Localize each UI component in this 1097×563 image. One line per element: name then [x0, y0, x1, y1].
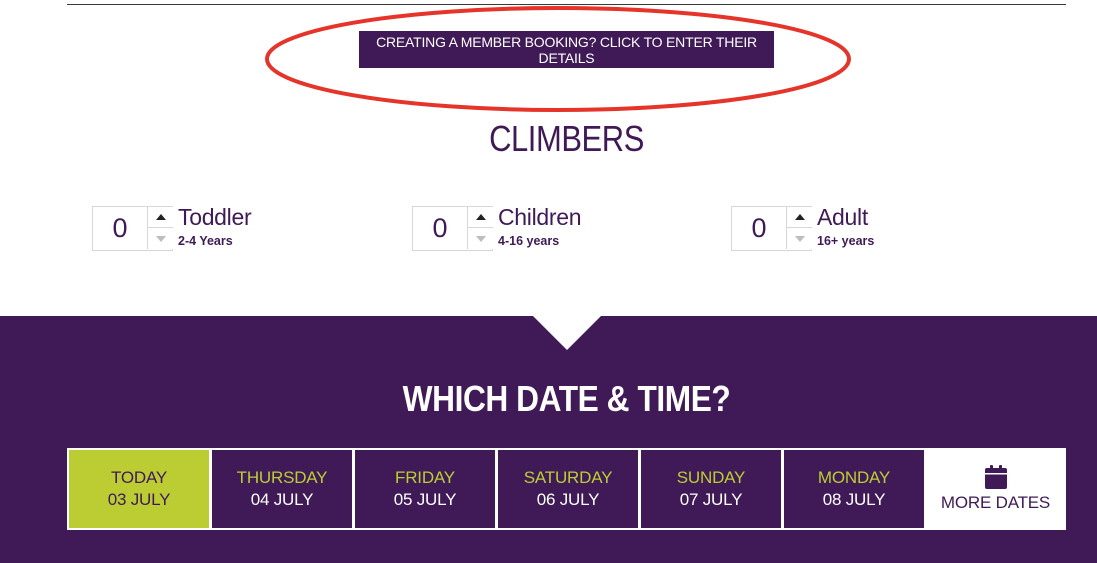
section-notch: [533, 316, 601, 350]
date-tile-day: MONDAY: [817, 468, 891, 487]
date-tile-sunday[interactable]: SUNDAY 07 JULY: [641, 450, 781, 528]
date-time-heading: WHICH DATE & TIME?: [402, 378, 731, 419]
date-tile-day: THURSDAY: [236, 468, 328, 487]
date-tile-today[interactable]: TODAY 03 JULY: [69, 450, 209, 528]
caret-up-icon: [475, 214, 486, 220]
date-picker-strip: TODAY 03 JULY THURSDAY 04 JULY FRIDAY 05…: [67, 448, 1066, 530]
date-tile-monday[interactable]: MONDAY 08 JULY: [784, 450, 924, 528]
toddler-count[interactable]: 0: [93, 207, 147, 250]
children-quantity-stepper[interactable]: 0: [412, 206, 493, 251]
climbers-heading: CLIMBERS: [489, 118, 644, 159]
climber-label: Children: [498, 204, 582, 230]
member-booking-button[interactable]: CREATING A MEMBER BOOKING? CLICK TO ENTE…: [359, 31, 774, 68]
date-tile-date: 04 JULY: [250, 490, 314, 509]
date-time-section: WHICH DATE & TIME? TODAY 03 JULY THURSDA…: [0, 316, 1097, 563]
date-tile-day: FRIDAY: [395, 468, 455, 487]
date-tile-saturday[interactable]: SATURDAY 06 JULY: [498, 450, 638, 528]
caret-down-icon: [475, 235, 486, 242]
top-divider: [67, 4, 1066, 5]
date-tile-friday[interactable]: FRIDAY 05 JULY: [355, 450, 495, 528]
date-tile-date: 08 JULY: [822, 490, 886, 509]
more-dates-button[interactable]: MORE DATES: [927, 450, 1064, 528]
climber-age-range: 2-4 Years: [178, 234, 233, 248]
children-count[interactable]: 0: [413, 207, 467, 250]
caret-up-icon: [155, 214, 166, 220]
calendar-icon: [984, 465, 1007, 489]
date-tile-day: SUNDAY: [676, 468, 746, 487]
children-increment-button[interactable]: [467, 207, 493, 228]
more-dates-label: MORE DATES: [940, 493, 1051, 512]
toddler-quantity-stepper[interactable]: 0: [92, 206, 173, 251]
adult-quantity-stepper[interactable]: 0: [731, 206, 812, 251]
date-tile-day: SATURDAY: [523, 468, 613, 487]
date-tile-day: TODAY: [111, 468, 167, 487]
children-decrement-button[interactable]: [467, 228, 493, 249]
caret-up-icon: [794, 214, 805, 220]
toddler-increment-button[interactable]: [147, 207, 173, 228]
date-tile-date: 06 JULY: [536, 490, 600, 509]
caret-down-icon: [155, 235, 166, 242]
date-tile-date: 05 JULY: [393, 490, 457, 509]
date-tile-date: 07 JULY: [679, 490, 743, 509]
climber-age-range: 16+ years: [817, 234, 875, 248]
caret-down-icon: [794, 235, 805, 242]
toddler-decrement-button[interactable]: [147, 228, 173, 249]
adult-decrement-button[interactable]: [786, 228, 812, 249]
date-tile-thursday[interactable]: THURSDAY 04 JULY: [212, 450, 352, 528]
climber-age-range: 4-16 years: [498, 234, 560, 248]
date-tile-date: 03 JULY: [107, 490, 171, 509]
climber-label: Toddler: [178, 204, 252, 230]
adult-count[interactable]: 0: [732, 207, 786, 250]
climber-label: Adult: [817, 204, 868, 230]
adult-increment-button[interactable]: [786, 207, 812, 228]
